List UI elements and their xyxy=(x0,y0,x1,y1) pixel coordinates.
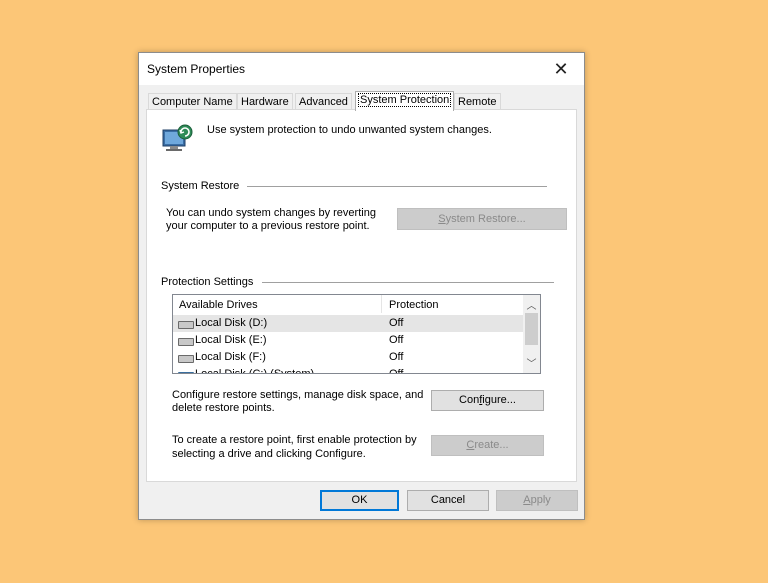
create-button[interactable]: Create... xyxy=(431,435,544,456)
system-drive-icon xyxy=(178,372,194,373)
accelerator-key: S xyxy=(438,213,446,225)
intro-text: Use system protection to undo unwanted s… xyxy=(207,124,492,136)
tab-label: Advanced xyxy=(299,96,348,108)
tab-system-protection[interactable]: System Protection xyxy=(355,91,455,111)
system-protection-icon xyxy=(162,124,193,151)
hard-drive-icon xyxy=(178,355,194,363)
configure-description-line2: delete restore points. xyxy=(172,402,275,414)
tab-remote[interactable]: Remote xyxy=(454,93,501,110)
drive-name: Local Disk (C:) (System) xyxy=(195,368,315,374)
apply-button[interactable]: Apply xyxy=(496,490,578,511)
accelerator-key: A xyxy=(523,494,531,506)
button-label: ystem Restore... xyxy=(445,213,526,225)
scroll-thumb[interactable] xyxy=(525,313,538,345)
ok-button[interactable]: OK xyxy=(320,490,399,511)
drive-row[interactable]: Local Disk (E:) Off xyxy=(173,332,523,349)
drive-name: Local Disk (D:) xyxy=(195,317,268,329)
hard-drive-icon xyxy=(178,338,194,346)
drive-protection-status: Off xyxy=(389,334,404,346)
configure-description-line1: Configure restore settings, manage disk … xyxy=(172,389,424,401)
drive-row[interactable]: Local Disk (F:) Off xyxy=(173,349,523,366)
tab-label: Remote xyxy=(458,96,497,108)
close-icon[interactable]: ✕ xyxy=(544,57,578,81)
drive-name: Local Disk (E:) xyxy=(195,334,267,346)
window-title: System Properties xyxy=(147,62,246,76)
column-header-available-drives[interactable]: Available Drives xyxy=(179,299,258,311)
section-divider xyxy=(247,186,547,187)
system-restore-heading: System Restore xyxy=(161,180,240,192)
drive-name: Local Disk (F:) xyxy=(195,351,266,363)
scroll-down-icon[interactable]: ﹀ xyxy=(523,355,540,370)
cancel-button[interactable]: Cancel xyxy=(407,490,489,511)
configure-button[interactable]: Configure... xyxy=(431,390,544,411)
scroll-up-icon[interactable]: ︿ xyxy=(523,297,540,312)
drives-list[interactable]: Available Drives Protection Local Disk (… xyxy=(172,294,541,374)
drive-row[interactable]: Local Disk (C:) (System) Off xyxy=(173,366,523,374)
button-label: reate... xyxy=(474,439,509,451)
section-divider xyxy=(262,282,554,283)
button-label: Con xyxy=(459,394,480,406)
button-label: igure... xyxy=(482,394,516,406)
system-restore-button[interactable]: System Restore... xyxy=(397,208,567,230)
title-bar[interactable]: System Properties ✕ xyxy=(139,53,584,85)
tab-computer-name[interactable]: Computer Name xyxy=(148,93,237,110)
column-divider xyxy=(381,295,382,313)
drive-protection-status: Off xyxy=(389,317,404,329)
create-description-line1: To create a restore point, first enable … xyxy=(172,434,417,446)
column-header-protection[interactable]: Protection xyxy=(389,299,439,311)
tab-label: Hardware xyxy=(241,96,289,108)
system-restore-description-line1: You can undo system changes by reverting xyxy=(166,207,376,219)
create-description-line2: selecting a drive and clicking Configure… xyxy=(172,448,366,460)
tab-label: Computer Name xyxy=(152,96,233,108)
system-restore-description-line2: your computer to a previous restore poin… xyxy=(166,220,370,232)
system-protection-panel: Use system protection to undo unwanted s… xyxy=(146,109,577,482)
drive-protection-status: Off xyxy=(389,351,404,363)
vertical-scrollbar[interactable]: ︿ ﹀ xyxy=(523,295,540,373)
drive-protection-status: Off xyxy=(389,368,404,374)
protection-settings-heading: Protection Settings xyxy=(161,276,254,288)
tab-hardware[interactable]: Hardware xyxy=(237,93,293,110)
tab-advanced[interactable]: Advanced xyxy=(295,93,352,110)
system-properties-dialog: System Properties ✕ Computer Name Hardwa… xyxy=(138,52,585,520)
tab-label: System Protection xyxy=(357,93,452,107)
list-header: Available Drives Protection xyxy=(173,295,523,313)
drive-row[interactable]: Local Disk (D:) Off xyxy=(173,315,523,332)
hard-drive-icon xyxy=(178,321,194,329)
button-label: pply xyxy=(530,494,551,506)
